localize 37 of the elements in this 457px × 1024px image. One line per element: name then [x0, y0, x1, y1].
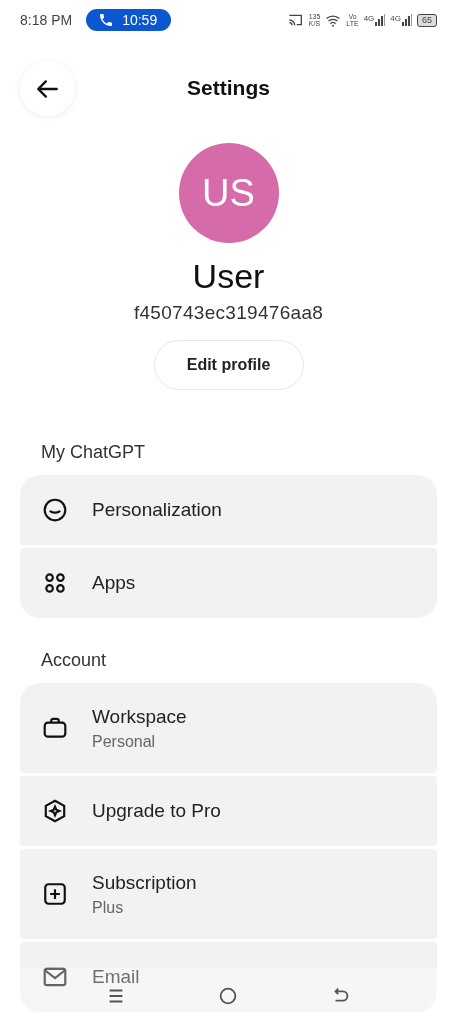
network-type: 4G	[363, 14, 375, 23]
item-value: Plus	[92, 898, 125, 917]
status-time: 8:18 PM	[20, 12, 73, 28]
user-name: User	[192, 257, 265, 296]
settings-item[interactable]: Personalization	[20, 475, 437, 545]
item-value: Personal	[92, 732, 157, 751]
call-chip[interactable]: 10:59	[86, 9, 172, 31]
signal-icon	[402, 14, 412, 26]
settings-item[interactable]: Upgrade to Pro	[20, 776, 437, 846]
phone-icon	[98, 12, 115, 28]
settings-item[interactable]: Apps	[20, 548, 437, 618]
plus-square-icon	[42, 881, 68, 907]
briefcase-icon	[42, 715, 68, 741]
smiley-icon	[42, 497, 68, 523]
settings-item[interactable]: Email	[20, 942, 437, 1012]
settings-item[interactable]: Subscription Plus	[20, 849, 437, 939]
item-label: Upgrade to Pro	[92, 800, 221, 822]
edit-profile-button[interactable]: Edit profile	[153, 340, 304, 390]
apps-icon	[42, 570, 68, 596]
sparkle-icon	[42, 798, 68, 824]
network-type: 4G	[390, 14, 401, 23]
item-label: Workspace	[92, 705, 187, 728]
item-label: Subscription	[92, 871, 197, 894]
page-title: Settings	[187, 76, 270, 100]
wifi-icon	[325, 13, 342, 27]
user-id: f450743ec319476aa8	[133, 302, 324, 324]
avatar: US	[178, 143, 279, 243]
section-title: My ChatGPT	[40, 442, 147, 463]
back-button[interactable]	[20, 61, 75, 116]
section-title: Account	[40, 650, 108, 671]
battery-level: 65	[417, 13, 437, 27]
settings-item[interactable]: Workspace Personal	[20, 683, 437, 773]
signal-icon	[375, 14, 386, 26]
item-label: Email	[92, 966, 140, 988]
item-label: Personalization	[92, 499, 222, 521]
item-label: Apps	[92, 572, 136, 594]
cast-icon	[287, 13, 304, 27]
